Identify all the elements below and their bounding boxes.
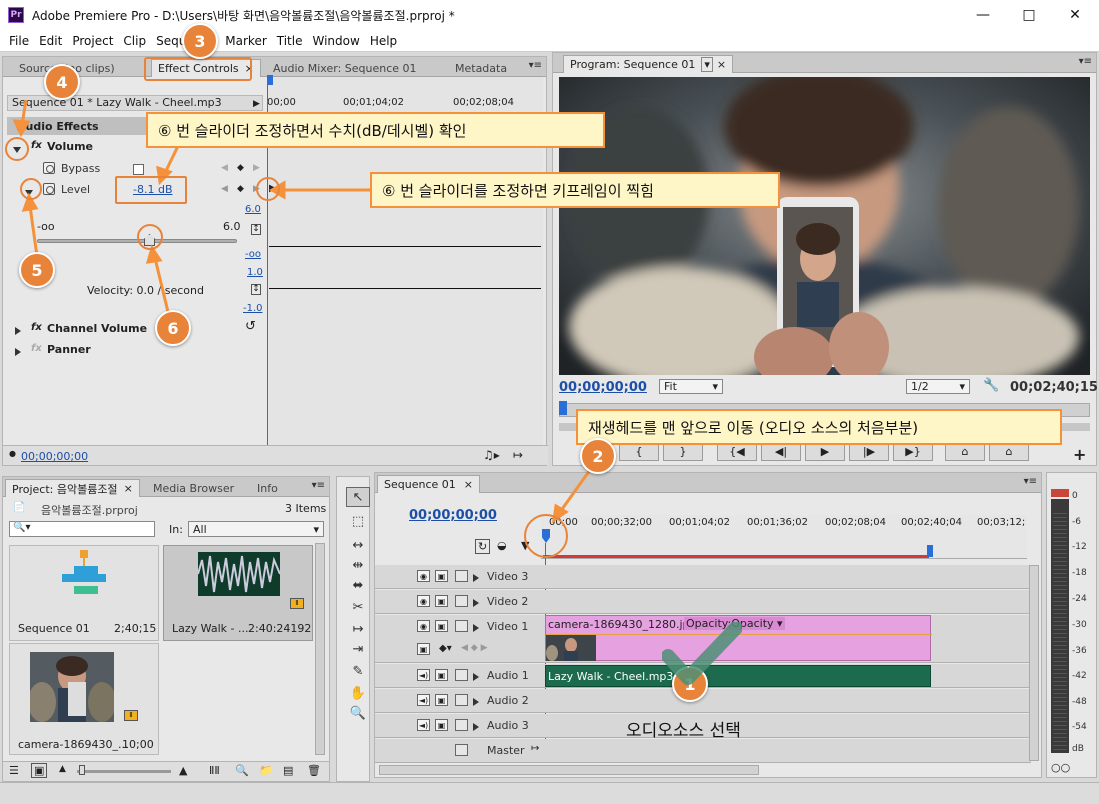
- level-toggle-highlight: [20, 178, 42, 200]
- playhead-highlight: [524, 514, 568, 558]
- step-badge-3: 3: [182, 23, 218, 59]
- slider-thumb-highlight: [137, 224, 163, 250]
- keyframe-highlight: [256, 177, 280, 201]
- checkmark-icon: [662, 622, 742, 685]
- step-badge-6: 6: [155, 310, 191, 346]
- callout-keyframe: ⑥ 번 슬라이더를 조정하면 키프레임이 찍힘: [370, 172, 780, 208]
- select-audio-caption: 오디오소스 선택: [626, 721, 741, 741]
- level-value-highlight: [115, 176, 187, 204]
- callout-playhead: 재생헤드를 맨 앞으로 이동 (오디오 소스의 처음부분): [576, 409, 1062, 445]
- effect-controls-tab-highlight: [144, 57, 252, 81]
- step-badge-4: 4: [44, 64, 80, 100]
- step-badge-5: 5: [19, 252, 55, 288]
- callout-slider: ⑥ 번 슬라이더 조정하면서 수치(dB/데시벨) 확인: [146, 112, 605, 148]
- step-badge-2: 2: [580, 438, 616, 474]
- volume-toggle-highlight: [5, 137, 29, 161]
